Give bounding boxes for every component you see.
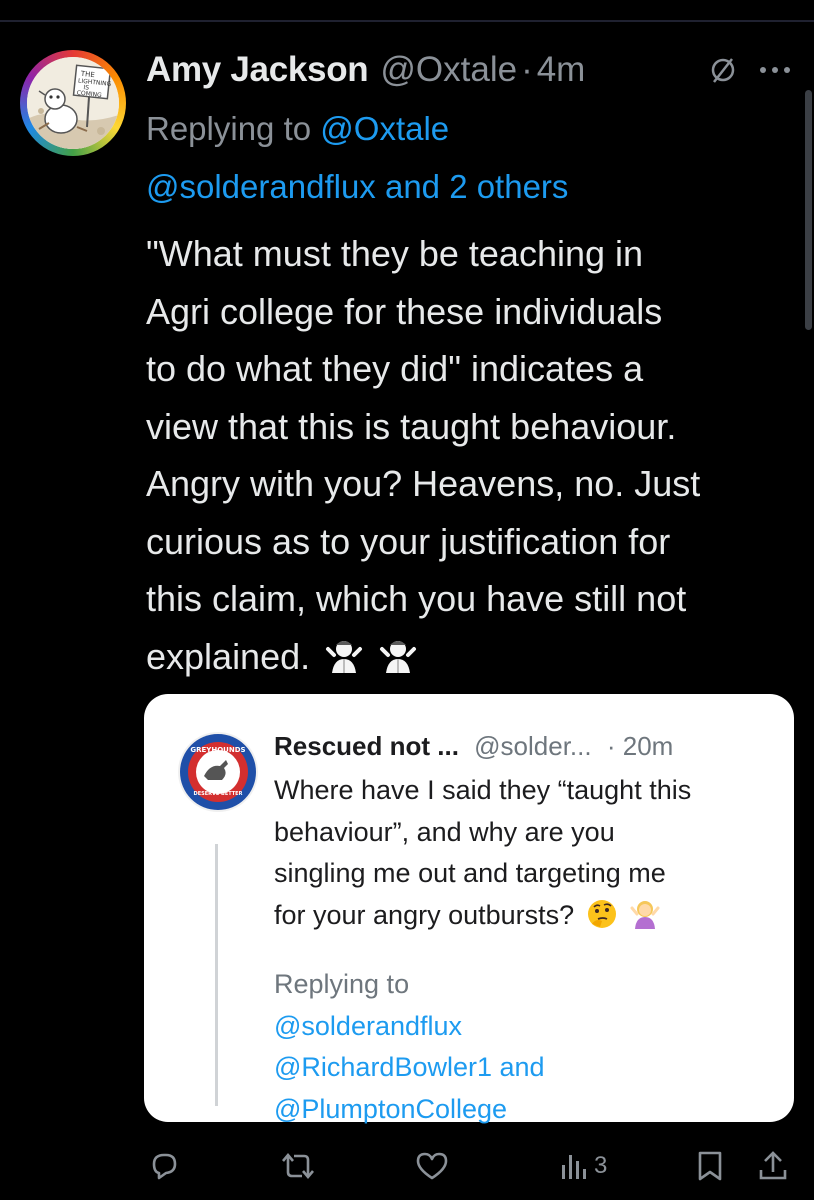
quoted-author-avatar: GREYHOUNDS DESERVE BETTER — [178, 732, 258, 812]
shrug-woman-emoji — [630, 900, 660, 929]
quoted-separator: · — [606, 731, 616, 761]
views-button[interactable]: 3 — [560, 1148, 607, 1184]
tweet-text-line: Agri college for these individuals — [146, 290, 663, 332]
quoted-text: Where have I said they “taught this beha… — [274, 770, 774, 936]
replying-to-link[interactable]: @Oxtale — [320, 110, 449, 147]
tweet-text-line: view that this is taught behaviour. — [146, 405, 677, 447]
tweet-header: Amy Jackson @Oxtale · 4m — [146, 46, 806, 94]
avatar-illustration-icon: THE LIGHTNING IS COMING — [27, 57, 119, 149]
tweet-text: "What must they be teaching in Agri coll… — [146, 225, 806, 685]
tweet-text-line: curious as to your justification for — [146, 520, 671, 562]
views-count: 3 — [594, 1152, 608, 1179]
header-icons — [708, 46, 792, 94]
tweet-text-line: explained. — [146, 635, 311, 677]
share-icon — [759, 1151, 787, 1180]
quoted-text-line: for your angry outbursts? — [274, 899, 575, 930]
separator-dot: · — [521, 50, 533, 89]
bookmark-button[interactable] — [696, 1148, 724, 1184]
retweet-icon — [282, 1152, 314, 1180]
quoted-replying-to-link: @PlumptonCollege — [274, 1093, 508, 1124]
quoted-author-name: Rescued not ... — [274, 731, 459, 761]
replying-to-line-2: @solderandflux and 2 others — [146, 159, 568, 215]
author-avatar[interactable]: THE LIGHTNING IS COMING — [20, 50, 126, 156]
like-button[interactable] — [415, 1148, 457, 1184]
tweet-text-line: Angry with you? Heavens, no. Just — [146, 463, 701, 504]
thread-line — [215, 844, 218, 1106]
replying-to-others-link[interactable]: @solderandflux and 2 others — [146, 168, 568, 205]
quoted-screenshot-card[interactable]: GREYHOUNDS DESERVE BETTER Rescued not ..… — [144, 694, 794, 1124]
rosette-badge-icon: GREYHOUNDS DESERVE BETTER — [180, 734, 256, 810]
muted-circle-icon[interactable] — [708, 55, 738, 85]
shrug-emoji — [326, 640, 363, 673]
shrug-emoji — [380, 640, 417, 673]
tweet-time[interactable]: 4m — [537, 50, 586, 90]
quoted-replying-to-link: @solderandflux — [274, 1010, 463, 1041]
tweet-text-line: "What must they be teaching in — [146, 233, 644, 274]
quoted-text-last-line: for your angry outbursts? — [274, 895, 774, 937]
share-button[interactable] — [758, 1148, 788, 1184]
action-bar: 3 — [0, 1142, 814, 1190]
replying-to-line-1: Replying to @Oxtale — [146, 101, 449, 157]
quoted-header: Rescued not ... @solder... · 20m — [274, 726, 673, 766]
more-icon[interactable] — [758, 65, 792, 75]
quoted-replying-to-line-1: Replying to @solderandflux — [274, 964, 545, 1047]
like-icon — [416, 1152, 448, 1180]
retweet-button[interactable] — [280, 1148, 324, 1184]
top-divider — [0, 20, 814, 22]
quoted-text-line: behaviour”, and why are you — [274, 816, 615, 847]
author-handle[interactable]: @Oxtale — [380, 50, 517, 90]
tweet-text-line: this claim, which you have still not — [146, 578, 687, 619]
quoted-time: 20m — [622, 731, 674, 761]
avatar-text-bottom: DESERVE BETTER — [194, 791, 243, 797]
author-name[interactable]: Amy Jackson — [146, 50, 369, 90]
scrollbar[interactable] — [805, 90, 812, 330]
quoted-replying-to: Replying to @solderandflux @RichardBowle… — [274, 964, 545, 1130]
reply-icon — [152, 1153, 177, 1180]
avatar-image: THE LIGHTNING IS COMING — [27, 57, 119, 149]
quoted-text-line: singling me out and targeting me — [274, 858, 666, 888]
views-icon — [562, 1155, 586, 1179]
tweet-text-last-line: explained. — [146, 628, 806, 686]
tweet-text-line: to do what they did" indicates a — [146, 348, 644, 389]
quoted-replying-to-link: @RichardBowler1 and — [274, 1052, 545, 1082]
quoted-text-line: Where have I said they “taught this — [274, 775, 692, 805]
bookmark-icon — [698, 1151, 722, 1181]
quoted-author-handle: @solder... — [474, 731, 592, 761]
reply-button[interactable] — [148, 1148, 188, 1184]
quoted-replying-to-label: Replying to — [274, 969, 410, 999]
avatar-text-top: GREYHOUNDS — [190, 746, 245, 754]
replying-to-label: Replying to — [146, 110, 312, 147]
thinking-emoji — [587, 899, 616, 928]
